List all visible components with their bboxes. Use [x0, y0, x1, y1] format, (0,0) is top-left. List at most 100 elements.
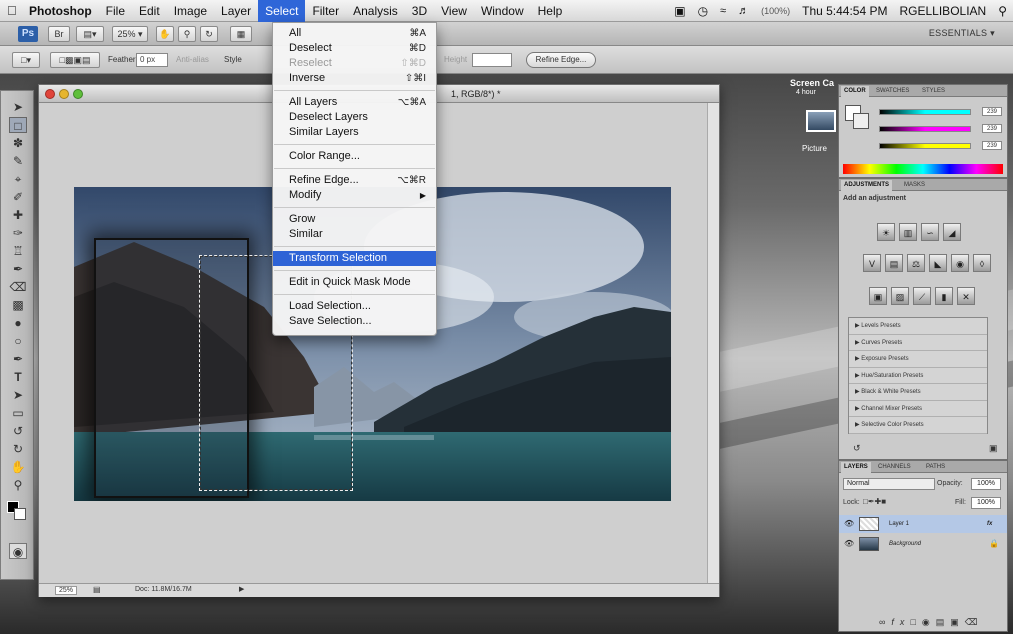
preset-black-white[interactable]: ▶ Black & White Presets — [849, 384, 987, 401]
menu-item-save-selection[interactable]: Save Selection... — [273, 314, 436, 329]
preset-curves[interactable]: ▶ Curves Presets — [849, 335, 987, 351]
menu-layer[interactable]: Layer — [214, 0, 258, 22]
menu-analysis[interactable]: Analysis — [346, 0, 405, 22]
hand-tool-icon[interactable]: ✋ — [9, 459, 27, 475]
color-balance-icon[interactable]: ⚖ — [907, 254, 925, 272]
quick-mask-icon[interactable]: ◉ — [9, 543, 27, 559]
preset-channel-mixer[interactable]: ▶ Channel Mixer Presets — [849, 401, 987, 417]
launch-bridge-button[interactable]: Br — [48, 26, 70, 42]
feather-input[interactable]: 0 px — [136, 53, 168, 67]
tab-layers[interactable]: LAYERS — [841, 462, 871, 473]
menu-item-transform-selection[interactable]: Transform Selection — [273, 251, 436, 266]
zoom-level-dropdown[interactable]: 25% ▾ — [112, 26, 148, 42]
menu-3d[interactable]: 3D — [405, 0, 434, 22]
fill-input[interactable]: 100% — [971, 497, 1001, 509]
selective-color-icon[interactable]: ✕ — [957, 287, 975, 305]
menu-item-modify[interactable]: Modify ▶ — [273, 188, 436, 203]
layer-visibility-eye-icon[interactable]: 👁 — [844, 515, 854, 533]
black-white-icon[interactable]: ◣ — [929, 254, 947, 272]
gradient-tool-icon[interactable]: ▩ — [9, 297, 27, 313]
dodge-tool-icon[interactable]: ○ — [9, 333, 27, 349]
history-brush-tool-icon[interactable]: ✒ — [9, 261, 27, 277]
spaces-icon[interactable]: ▣ — [668, 4, 691, 18]
adjustment-camera-icon[interactable]: ▣ — [989, 443, 998, 454]
lock-options-icons[interactable]: □✒✚■ — [863, 497, 886, 506]
zoom-tool-icon[interactable]: ⚲ — [9, 477, 27, 493]
gradient-map-icon[interactable]: ▮ — [935, 287, 953, 305]
menu-item-grow[interactable]: Grow — [273, 212, 436, 227]
menu-help[interactable]: Help — [531, 0, 570, 22]
magenta-value[interactable]: 239 — [982, 124, 1002, 133]
wifi-icon[interactable]: ≈ — [714, 5, 732, 17]
layers-bottom-toolbar[interactable]: ∞fx□◉▤▣⌫ — [879, 617, 983, 628]
invert-icon[interactable]: ▣ — [869, 287, 887, 305]
user-name[interactable]: RGELLIBOLIAN — [894, 4, 993, 18]
layer-row-background[interactable]: 👁 Background 🔒 — [839, 535, 1007, 553]
tab-channels[interactable]: CHANNELS — [875, 462, 914, 473]
adjustment-return-icon[interactable]: ↺ — [853, 443, 861, 454]
menu-item-quick-mask[interactable]: Edit in Quick Mask Mode — [273, 275, 436, 290]
minimize-window-icon[interactable] — [59, 89, 69, 99]
menu-item-color-range[interactable]: Color Range... — [273, 149, 436, 164]
blend-mode-dropdown[interactable]: Normal — [843, 478, 935, 490]
3d-orbit-tool-icon[interactable]: ↻ — [9, 441, 27, 457]
preset-hue-saturation[interactable]: ▶ Hue/Saturation Presets — [849, 368, 987, 384]
tool-preset-picker[interactable]: □▾ — [12, 52, 40, 68]
color-spectrum-ramp[interactable] — [843, 164, 1003, 174]
levels-icon[interactable]: ▥ — [899, 223, 917, 241]
channel-mixer-icon[interactable]: ◊ — [973, 254, 991, 272]
status-preview-icon[interactable]: ▤ — [93, 585, 101, 594]
yellow-slider[interactable] — [879, 143, 971, 149]
eyedropper-tool-icon[interactable]: ✐ — [9, 189, 27, 205]
opacity-input[interactable]: 100% — [971, 478, 1001, 490]
menu-item-load-selection[interactable]: Load Selection... — [273, 299, 436, 314]
menu-view[interactable]: View — [434, 0, 474, 22]
posterize-icon[interactable]: ▨ — [891, 287, 909, 305]
menu-file[interactable]: File — [99, 0, 132, 22]
crop-tool-icon[interactable]: ⌖ — [9, 171, 27, 187]
close-window-icon[interactable] — [45, 89, 55, 99]
menu-edit[interactable]: Edit — [132, 0, 167, 22]
battery-status[interactable]: (100%) — [755, 6, 796, 16]
spotlight-search-icon[interactable]: ⚲ — [992, 4, 1013, 18]
apple-menu-icon[interactable]:  — [0, 0, 22, 22]
healing-brush-tool-icon[interactable]: ✚ — [9, 207, 27, 223]
yellow-value[interactable]: 239 — [982, 141, 1002, 150]
vibrance-icon[interactable]: V — [863, 254, 881, 272]
antialias-checkbox[interactable]: Anti-alias — [176, 55, 209, 64]
zoom-field[interactable]: 25% — [55, 586, 78, 595]
menu-filter[interactable]: Filter — [305, 0, 346, 22]
threshold-icon[interactable]: ⟋ — [913, 287, 931, 305]
type-tool-icon[interactable]: T — [9, 369, 27, 385]
tab-adjustments[interactable]: ADJUSTMENTS — [841, 180, 893, 191]
vertical-scrollbar[interactable] — [707, 103, 719, 583]
blur-tool-icon[interactable]: ● — [9, 315, 27, 331]
shape-tool-icon[interactable]: ▭ — [9, 405, 27, 421]
brightness-contrast-icon[interactable]: ☀ — [877, 223, 895, 241]
layer-effects-icon[interactable]: fx — [987, 515, 992, 533]
rotate-view-button[interactable]: ↻ — [200, 26, 218, 42]
menu-image[interactable]: Image — [167, 0, 214, 22]
volume-icon[interactable]: ♬ — [732, 5, 755, 17]
menu-item-similar-layers[interactable]: Similar Layers — [273, 125, 436, 140]
brush-tool-icon[interactable]: ✑ — [9, 225, 27, 241]
eraser-tool-icon[interactable]: ⌫ — [9, 279, 27, 295]
menu-item-deselect[interactable]: Deselect ⌘D — [273, 41, 436, 56]
preset-levels[interactable]: ▶ Levels Presets — [849, 318, 987, 335]
quick-selection-tool-icon[interactable]: ✎ — [9, 153, 27, 169]
status-menu-arrow-icon[interactable]: ▶ — [239, 585, 244, 593]
height-input[interactable] — [472, 53, 512, 67]
magenta-slider[interactable] — [879, 126, 971, 132]
3d-rotate-tool-icon[interactable]: ↺ — [9, 423, 27, 439]
menu-item-all-layers[interactable]: All Layers ⌥⌘A — [273, 95, 436, 110]
move-tool-icon[interactable]: ➤ — [9, 99, 27, 115]
hand-tool-button[interactable]: ✋ — [156, 26, 174, 42]
zoom-window-icon[interactable] — [73, 89, 83, 99]
tab-swatches[interactable]: SWATCHES — [873, 86, 912, 97]
selection-mode-buttons[interactable]: □▩▣▤ — [50, 52, 100, 68]
exposure-icon[interactable]: ◢ — [943, 223, 961, 241]
tab-masks[interactable]: MASKS — [901, 180, 928, 191]
path-selection-tool-icon[interactable]: ➤ — [9, 387, 27, 403]
background-color-chip[interactable] — [853, 113, 869, 129]
menu-item-all[interactable]: All ⌘A — [273, 26, 436, 41]
